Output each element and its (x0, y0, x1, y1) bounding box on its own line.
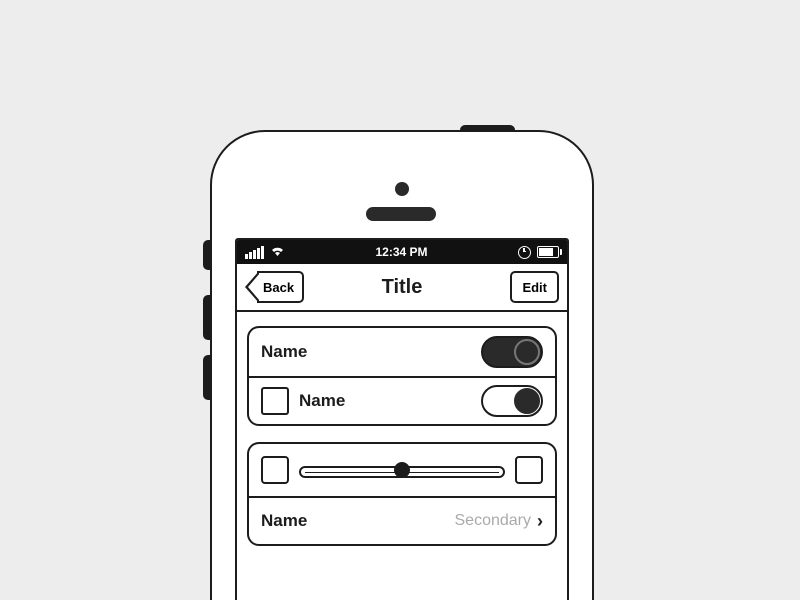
back-button[interactable]: Back (257, 271, 304, 303)
row-label: Name (299, 391, 345, 411)
back-button-label: Back (263, 280, 294, 295)
settings-group-1: Name Name (247, 326, 557, 426)
slider[interactable] (299, 460, 505, 480)
slider-row (249, 444, 555, 496)
signal-icon (245, 246, 264, 259)
slider-thumb[interactable] (394, 462, 410, 478)
alarm-icon (518, 246, 531, 259)
front-camera (395, 182, 409, 196)
navigation-bar: Back Title Edit (237, 264, 567, 312)
slider-max-icon (515, 456, 543, 484)
chevron-right-icon: › (537, 511, 543, 532)
toggle-row-1: Name (249, 328, 555, 376)
row-label: Name (261, 511, 307, 531)
earpiece (366, 207, 436, 221)
row-label: Name (261, 342, 307, 362)
toggle-switch-off[interactable] (481, 385, 543, 417)
checkbox[interactable] (261, 387, 289, 415)
toggle-row-2: Name (249, 376, 555, 424)
detail-row[interactable]: Name Secondary › (249, 496, 555, 544)
edit-button[interactable]: Edit (510, 271, 559, 303)
battery-icon (537, 246, 559, 258)
secondary-label: Secondary (455, 512, 532, 530)
slider-min-icon (261, 456, 289, 484)
status-time: 12:34 PM (375, 245, 427, 259)
settings-group-2: Name Secondary › (247, 442, 557, 546)
wifi-icon (270, 245, 285, 260)
content-area: Name Name (237, 312, 567, 576)
screen: 12:34 PM Back Title Edit Name (235, 238, 569, 600)
status-bar: 12:34 PM (237, 240, 567, 264)
toggle-switch-on[interactable] (481, 336, 543, 368)
edit-button-label: Edit (522, 280, 547, 295)
